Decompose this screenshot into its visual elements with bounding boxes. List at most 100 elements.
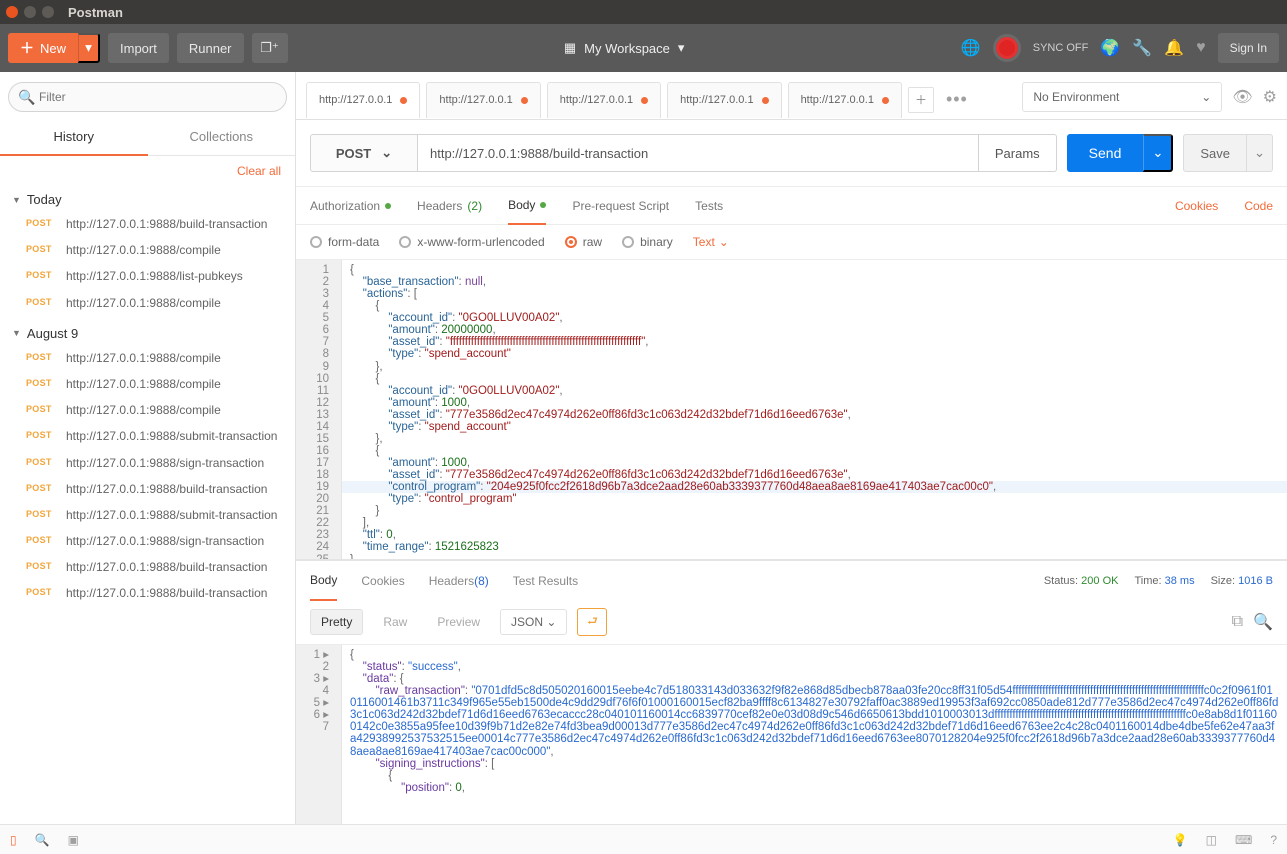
settings-icon[interactable]: 🔧	[1132, 38, 1152, 58]
history-item[interactable]: POSThttp://127.0.0.1:9888/sign-transacti…	[0, 450, 295, 476]
method-badge: POST	[26, 428, 56, 440]
copy-response-icon[interactable]: ⧉	[1232, 613, 1243, 631]
capture-button[interactable]	[993, 34, 1021, 62]
history-item[interactable]: POSThttp://127.0.0.1:9888/build-transact…	[0, 211, 295, 237]
dirty-indicator-icon	[521, 97, 528, 104]
history-item[interactable]: POSThttp://127.0.0.1:9888/build-transact…	[0, 554, 295, 580]
gear-icon[interactable]: ⚙	[1263, 87, 1277, 107]
console-icon[interactable]: ▣	[68, 833, 79, 847]
history-item[interactable]: POSThttp://127.0.0.1:9888/build-transact…	[0, 476, 295, 502]
environment-select[interactable]: No Environment ⌄	[1022, 82, 1222, 112]
raw-button[interactable]: Raw	[373, 610, 417, 634]
sidebar-toggle-icon[interactable]: ▯	[10, 833, 17, 847]
resp-tab-tests[interactable]: Test Results	[513, 561, 578, 601]
maximize-icon[interactable]	[42, 6, 54, 18]
bulb-icon[interactable]: 💡	[1173, 833, 1188, 847]
history-item[interactable]: POSThttp://127.0.0.1:9888/compile	[0, 345, 295, 371]
save-dropdown[interactable]: ⌄	[1247, 134, 1273, 172]
send-dropdown[interactable]: ⌄	[1143, 134, 1173, 172]
new-window-button[interactable]: ❐⁺	[252, 33, 288, 63]
chevron-down-icon: ⌄	[381, 145, 392, 161]
dirty-indicator-icon	[641, 97, 648, 104]
history-item[interactable]: POSThttp://127.0.0.1:9888/compile	[0, 371, 295, 397]
signin-button[interactable]: Sign In	[1218, 33, 1279, 63]
plus-icon: ＋	[20, 38, 34, 58]
save-button[interactable]: Save	[1183, 134, 1247, 172]
preview-button[interactable]: Preview	[427, 610, 490, 634]
pretty-button[interactable]: Pretty	[310, 609, 363, 635]
keyboard-icon[interactable]: ⌨	[1235, 833, 1252, 847]
request-tab[interactable]: http://127.0.0.1	[667, 82, 781, 118]
resp-tab-body[interactable]: Body	[310, 561, 337, 601]
format-select[interactable]: JSON ⌄	[500, 609, 567, 635]
tab-body[interactable]: Body	[508, 187, 546, 225]
filter-input[interactable]	[8, 82, 287, 112]
tab-headers[interactable]: Headers (2)	[417, 187, 482, 225]
heart-icon[interactable]: ♥	[1196, 39, 1206, 57]
response-body-viewer[interactable]: 1 ▸23 ▸45 ▸6 ▸7 { "status": "success", "…	[296, 645, 1287, 824]
history-item[interactable]: POSThttp://127.0.0.1:9888/sign-transacti…	[0, 528, 295, 554]
request-tab[interactable]: http://127.0.0.1	[547, 82, 661, 118]
wrap-lines-button[interactable]: ⮐	[577, 608, 607, 636]
resp-tab-cookies[interactable]: Cookies	[361, 561, 404, 601]
tab-label: http://127.0.0.1	[560, 94, 633, 106]
tab-tests[interactable]: Tests	[695, 187, 723, 225]
status-dot-icon	[385, 203, 391, 209]
history-item[interactable]: POSThttp://127.0.0.1:9888/compile	[0, 397, 295, 423]
import-button[interactable]: Import	[108, 33, 169, 63]
tab-collections[interactable]: Collections	[148, 118, 296, 156]
history-item[interactable]: POSThttp://127.0.0.1:9888/compile	[0, 290, 295, 316]
params-button[interactable]: Params	[979, 134, 1057, 172]
request-tab[interactable]: http://127.0.0.1	[788, 82, 902, 118]
chevron-down-icon: ▾	[678, 40, 685, 56]
method-badge: POST	[26, 216, 56, 228]
chevron-down-icon[interactable]: ▼	[12, 195, 21, 205]
runner-button[interactable]: Runner	[177, 33, 244, 63]
new-button[interactable]: ＋ New	[8, 33, 78, 63]
history-item[interactable]: POSThttp://127.0.0.1:9888/compile	[0, 237, 295, 263]
send-button[interactable]: Send	[1067, 134, 1144, 172]
method-badge: POST	[26, 295, 56, 307]
tab-label: http://127.0.0.1	[801, 94, 874, 106]
radio-form-data[interactable]: form-data	[310, 235, 379, 249]
add-tab-button[interactable]: ＋	[908, 87, 934, 113]
method-select[interactable]: POST ⌄	[310, 134, 418, 172]
tab-authorization[interactable]: Authorization	[310, 187, 391, 225]
code-link[interactable]: Code	[1244, 187, 1273, 225]
browse-icon[interactable]: 🌍	[1100, 38, 1120, 58]
method-badge: POST	[26, 559, 56, 571]
two-pane-icon[interactable]: ◫	[1206, 833, 1217, 847]
body-text-dropdown[interactable]: Text ⌄	[693, 235, 729, 249]
tab-overflow-button[interactable]: •••	[940, 89, 974, 110]
invite-icon[interactable]: 🌐	[961, 38, 981, 58]
cookies-link[interactable]: Cookies	[1175, 187, 1218, 225]
request-body-editor[interactable]: 1234567891011121314151617181920212223242…	[296, 260, 1287, 560]
history-item[interactable]: POSThttp://127.0.0.1:9888/submit-transac…	[0, 423, 295, 449]
radio-raw[interactable]: raw	[565, 235, 602, 249]
minimize-icon[interactable]	[24, 6, 36, 18]
history-item[interactable]: POSThttp://127.0.0.1:9888/submit-transac…	[0, 502, 295, 528]
workspace-switcher[interactable]: ▦ My Workspace ▾	[296, 40, 953, 56]
find-icon[interactable]: 🔍	[35, 833, 50, 847]
notifications-icon[interactable]: 🔔	[1164, 38, 1184, 58]
time-label: Time: 38 ms	[1134, 575, 1194, 587]
url-input[interactable]	[418, 134, 979, 172]
tab-history[interactable]: History	[0, 118, 148, 156]
search-response-icon[interactable]: 🔍	[1253, 612, 1273, 632]
tab-prerequest[interactable]: Pre-request Script	[572, 187, 669, 225]
request-tab[interactable]: http://127.0.0.1	[306, 82, 420, 118]
close-icon[interactable]	[6, 6, 18, 18]
eye-icon[interactable]: 👁	[1232, 87, 1252, 107]
history-item[interactable]: POSThttp://127.0.0.1:9888/list-pubkeys	[0, 263, 295, 289]
history-url: http://127.0.0.1:9888/compile	[66, 242, 221, 258]
help-icon[interactable]: ?	[1270, 833, 1277, 847]
history-item[interactable]: POSThttp://127.0.0.1:9888/build-transact…	[0, 580, 295, 606]
dirty-indicator-icon	[762, 97, 769, 104]
request-tab[interactable]: http://127.0.0.1	[426, 82, 540, 118]
radio-x-www-form[interactable]: x-www-form-urlencoded	[399, 235, 544, 249]
new-dropdown[interactable]: ▾	[78, 33, 100, 63]
clear-all-link[interactable]: Clear all	[237, 164, 281, 178]
chevron-down-icon[interactable]: ▼	[12, 328, 21, 338]
radio-binary[interactable]: binary	[622, 235, 673, 249]
resp-tab-headers[interactable]: Headers (8)	[429, 561, 489, 601]
